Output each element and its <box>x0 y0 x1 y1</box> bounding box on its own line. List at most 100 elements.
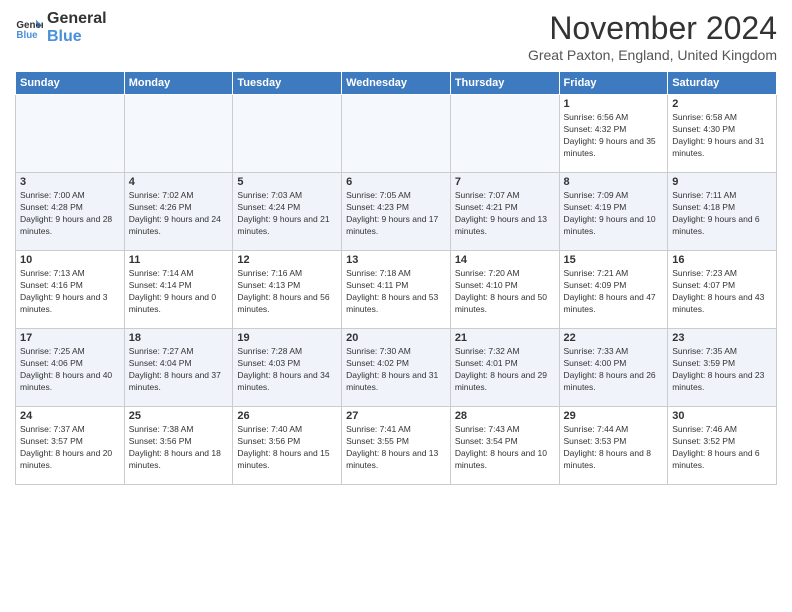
day-info: Sunrise: 7:44 AM Sunset: 3:53 PM Dayligh… <box>564 424 664 472</box>
day-number: 18 <box>129 332 229 344</box>
day-number: 13 <box>346 254 446 266</box>
day-number: 28 <box>455 410 555 422</box>
day-number: 21 <box>455 332 555 344</box>
title-block: November 2024 Great Paxton, England, Uni… <box>528 10 777 63</box>
day-info: Sunrise: 7:09 AM Sunset: 4:19 PM Dayligh… <box>564 190 664 238</box>
calendar-header-row: Sunday Monday Tuesday Wednesday Thursday… <box>16 72 777 95</box>
calendar-cell: 5 Sunrise: 7:03 AM Sunset: 4:24 PM Daylig… <box>233 173 342 251</box>
col-wednesday: Wednesday <box>342 72 451 95</box>
calendar-cell: 8 Sunrise: 7:09 AM Sunset: 4:19 PM Daylig… <box>559 173 668 251</box>
day-info: Sunrise: 7:27 AM Sunset: 4:04 PM Dayligh… <box>129 346 229 394</box>
day-number: 5 <box>237 176 337 188</box>
calendar-week-4: 17 Sunrise: 7:25 AM Sunset: 4:06 PM Dayli… <box>16 329 777 407</box>
day-number: 30 <box>672 410 772 422</box>
calendar-cell: 26 Sunrise: 7:40 AM Sunset: 3:56 PM Dayli… <box>233 407 342 485</box>
day-info: Sunrise: 7:03 AM Sunset: 4:24 PM Dayligh… <box>237 190 337 238</box>
page: General Blue General Blue November 2024 … <box>0 0 792 612</box>
calendar-cell: 18 Sunrise: 7:27 AM Sunset: 4:04 PM Dayli… <box>124 329 233 407</box>
day-number: 1 <box>564 98 664 110</box>
day-info: Sunrise: 7:16 AM Sunset: 4:13 PM Dayligh… <box>237 268 337 316</box>
col-friday: Friday <box>559 72 668 95</box>
calendar-cell: 2Sunrise: 6:58 AM Sunset: 4:30 PM Daylig… <box>668 95 777 173</box>
day-info: Sunrise: 7:37 AM Sunset: 3:57 PM Dayligh… <box>20 424 120 472</box>
day-info: Sunrise: 7:32 AM Sunset: 4:01 PM Dayligh… <box>455 346 555 394</box>
calendar-cell: 9 Sunrise: 7:11 AM Sunset: 4:18 PM Daylig… <box>668 173 777 251</box>
day-info: Sunrise: 7:40 AM Sunset: 3:56 PM Dayligh… <box>237 424 337 472</box>
day-info: Sunrise: 7:02 AM Sunset: 4:26 PM Dayligh… <box>129 190 229 238</box>
calendar-cell: 15 Sunrise: 7:21 AM Sunset: 4:09 PM Dayli… <box>559 251 668 329</box>
calendar-cell: 21 Sunrise: 7:32 AM Sunset: 4:01 PM Dayli… <box>450 329 559 407</box>
day-info: Sunrise: 7:14 AM Sunset: 4:14 PM Dayligh… <box>129 268 229 316</box>
day-number: 17 <box>20 332 120 344</box>
svg-text:Blue: Blue <box>16 29 38 40</box>
day-info: Sunrise: 7:00 AM Sunset: 4:28 PM Dayligh… <box>20 190 120 238</box>
day-number: 29 <box>564 410 664 422</box>
calendar-cell: 11 Sunrise: 7:14 AM Sunset: 4:14 PM Dayli… <box>124 251 233 329</box>
day-number: 20 <box>346 332 446 344</box>
calendar-cell <box>124 95 233 173</box>
day-number: 16 <box>672 254 772 266</box>
calendar-cell <box>450 95 559 173</box>
day-number: 9 <box>672 176 772 188</box>
location: Great Paxton, England, United Kingdom <box>528 47 777 63</box>
day-info: Sunrise: 7:33 AM Sunset: 4:00 PM Dayligh… <box>564 346 664 394</box>
col-sunday: Sunday <box>16 72 125 95</box>
logo-icon: General Blue <box>15 14 43 42</box>
day-number: 26 <box>237 410 337 422</box>
day-info: Sunrise: 7:30 AM Sunset: 4:02 PM Dayligh… <box>346 346 446 394</box>
day-number: 10 <box>20 254 120 266</box>
day-number: 25 <box>129 410 229 422</box>
day-info: Sunrise: 7:23 AM Sunset: 4:07 PM Dayligh… <box>672 268 772 316</box>
day-number: 15 <box>564 254 664 266</box>
logo: General Blue General Blue <box>15 10 107 45</box>
calendar-cell: 28 Sunrise: 7:43 AM Sunset: 3:54 PM Dayli… <box>450 407 559 485</box>
day-number: 3 <box>20 176 120 188</box>
day-info: Sunrise: 6:58 AM Sunset: 4:30 PM Dayligh… <box>672 112 772 160</box>
calendar-cell: 10 Sunrise: 7:13 AM Sunset: 4:16 PM Dayli… <box>16 251 125 329</box>
calendar-cell: 25 Sunrise: 7:38 AM Sunset: 3:56 PM Dayli… <box>124 407 233 485</box>
logo-blue: Blue <box>47 28 107 46</box>
calendar-cell: 23Sunrise: 7:35 AM Sunset: 3:59 PM Dayli… <box>668 329 777 407</box>
calendar-cell: 19 Sunrise: 7:28 AM Sunset: 4:03 PM Dayli… <box>233 329 342 407</box>
day-info: Sunrise: 7:18 AM Sunset: 4:11 PM Dayligh… <box>346 268 446 316</box>
calendar-cell: 22Sunrise: 7:33 AM Sunset: 4:00 PM Dayli… <box>559 329 668 407</box>
day-info: Sunrise: 7:20 AM Sunset: 4:10 PM Dayligh… <box>455 268 555 316</box>
calendar-cell: 4Sunrise: 7:02 AM Sunset: 4:26 PM Daylig… <box>124 173 233 251</box>
day-number: 14 <box>455 254 555 266</box>
day-info: Sunrise: 7:38 AM Sunset: 3:56 PM Dayligh… <box>129 424 229 472</box>
calendar-cell: 3 Sunrise: 7:00 AM Sunset: 4:28 PM Daylig… <box>16 173 125 251</box>
day-info: Sunrise: 7:28 AM Sunset: 4:03 PM Dayligh… <box>237 346 337 394</box>
day-info: Sunrise: 7:21 AM Sunset: 4:09 PM Dayligh… <box>564 268 664 316</box>
day-number: 24 <box>20 410 120 422</box>
day-info: Sunrise: 7:25 AM Sunset: 4:06 PM Dayligh… <box>20 346 120 394</box>
day-info: Sunrise: 7:43 AM Sunset: 3:54 PM Dayligh… <box>455 424 555 472</box>
logo-general: General <box>47 10 107 28</box>
col-tuesday: Tuesday <box>233 72 342 95</box>
month-title: November 2024 <box>528 10 777 47</box>
calendar-cell <box>342 95 451 173</box>
day-info: Sunrise: 7:13 AM Sunset: 4:16 PM Dayligh… <box>20 268 120 316</box>
calendar-cell: 29 Sunrise: 7:44 AM Sunset: 3:53 PM Dayli… <box>559 407 668 485</box>
header: General Blue General Blue November 2024 … <box>15 10 777 63</box>
calendar-cell: 16 Sunrise: 7:23 AM Sunset: 4:07 PM Dayli… <box>668 251 777 329</box>
calendar-cell: 27Sunrise: 7:41 AM Sunset: 3:55 PM Dayli… <box>342 407 451 485</box>
day-number: 19 <box>237 332 337 344</box>
day-number: 6 <box>346 176 446 188</box>
day-number: 7 <box>455 176 555 188</box>
day-number: 11 <box>129 254 229 266</box>
day-number: 27 <box>346 410 446 422</box>
col-saturday: Saturday <box>668 72 777 95</box>
calendar-cell: 12Sunrise: 7:16 AM Sunset: 4:13 PM Dayli… <box>233 251 342 329</box>
calendar-week-3: 10 Sunrise: 7:13 AM Sunset: 4:16 PM Dayli… <box>16 251 777 329</box>
day-number: 23 <box>672 332 772 344</box>
day-info: Sunrise: 7:11 AM Sunset: 4:18 PM Dayligh… <box>672 190 772 238</box>
day-info: Sunrise: 7:46 AM Sunset: 3:52 PM Dayligh… <box>672 424 772 472</box>
day-number: 8 <box>564 176 664 188</box>
calendar-week-2: 3 Sunrise: 7:00 AM Sunset: 4:28 PM Daylig… <box>16 173 777 251</box>
calendar-cell: 24 Sunrise: 7:37 AM Sunset: 3:57 PM Dayli… <box>16 407 125 485</box>
calendar-cell: 20 Sunrise: 7:30 AM Sunset: 4:02 PM Dayli… <box>342 329 451 407</box>
calendar-cell: 30 Sunrise: 7:46 AM Sunset: 3:52 PM Dayli… <box>668 407 777 485</box>
calendar-week-5: 24 Sunrise: 7:37 AM Sunset: 3:57 PM Dayli… <box>16 407 777 485</box>
calendar-week-1: 1Sunrise: 6:56 AM Sunset: 4:32 PM Daylig… <box>16 95 777 173</box>
calendar-cell: 14 Sunrise: 7:20 AM Sunset: 4:10 PM Dayli… <box>450 251 559 329</box>
